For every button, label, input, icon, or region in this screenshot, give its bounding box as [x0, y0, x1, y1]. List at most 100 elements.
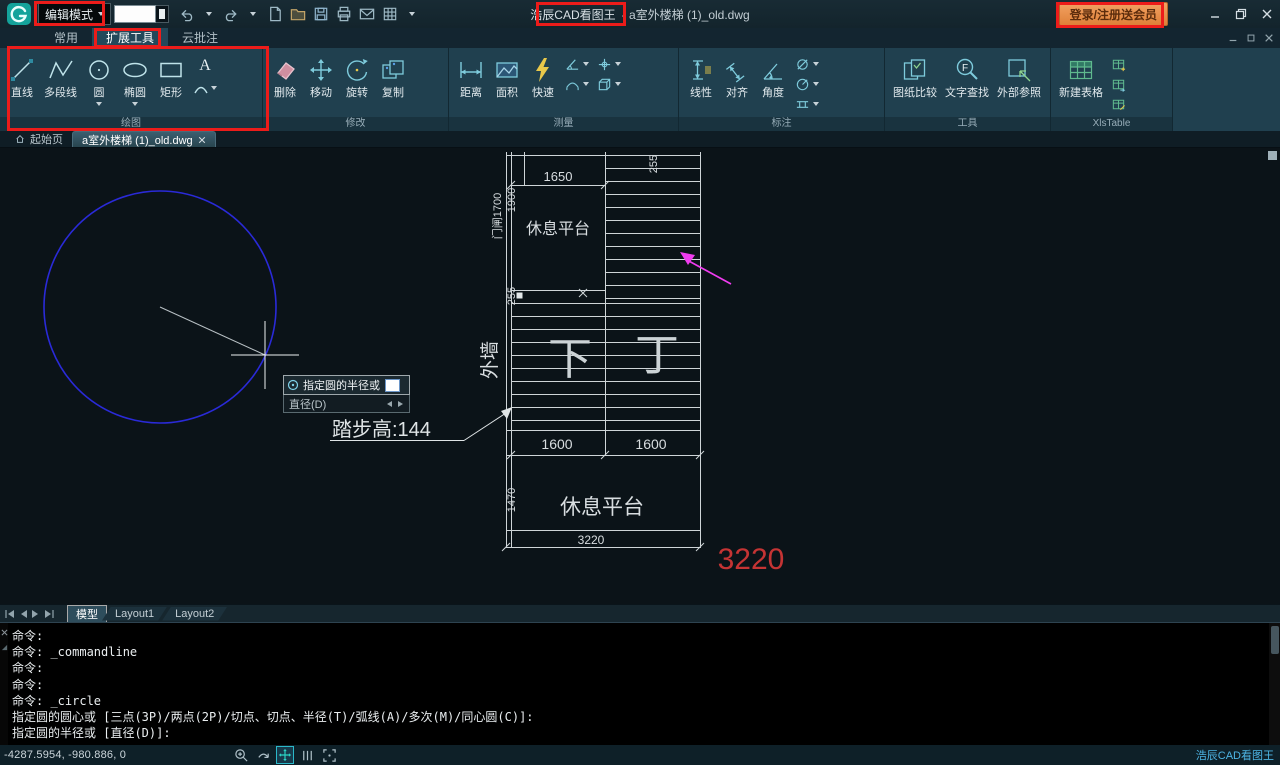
file-tab-bar: 起始页 a室外楼梯 (1)_old.dwg [0, 131, 1280, 148]
diameter-option-row[interactable]: 直径(D) [283, 395, 410, 413]
dim-1600-right: 1600 [635, 436, 666, 452]
command-close-icon[interactable] [1, 629, 8, 636]
arc-tool-button[interactable] [193, 81, 217, 95]
rectangle-button[interactable]: 矩形 [153, 51, 189, 100]
export-table-button[interactable] [380, 3, 400, 25]
command-resize-icon[interactable] [1, 644, 8, 651]
drawing-compare-button[interactable]: 图纸比较 [889, 51, 941, 100]
quick-measure-button[interactable]: 快速 [525, 51, 561, 100]
undo-button[interactable] [177, 3, 197, 25]
angular-dim-button[interactable]: 角度 [755, 51, 791, 100]
color-dropdown[interactable] [156, 5, 169, 23]
line-icon [8, 53, 36, 87]
command-prompt-line[interactable]: 指定圆的半径或 [直径(D)]: [12, 725, 1262, 741]
new-table-button[interactable]: 新建表格 [1055, 51, 1107, 100]
email-button[interactable] [357, 3, 377, 25]
rotate-button[interactable]: 旋转 [339, 51, 375, 100]
doc-minimize-icon[interactable] [1228, 30, 1238, 48]
canvas-scrollbar-thumb[interactable] [1268, 151, 1277, 160]
xref-button[interactable]: 外部参照 [993, 51, 1045, 100]
distance-button[interactable]: 距离 [453, 51, 489, 100]
app-logo-icon[interactable] [4, 1, 34, 27]
doc-close-icon[interactable] [1264, 30, 1274, 48]
table-update-button[interactable] [1109, 75, 1128, 93]
tab-layout1[interactable]: Layout1 [102, 607, 167, 621]
edit-mode-dropdown[interactable]: 编辑模式 [38, 3, 111, 25]
continue-dim-button[interactable] [793, 95, 821, 113]
color-swatch[interactable] [114, 4, 169, 24]
dim-1650: 1650 [544, 169, 573, 184]
radius-input[interactable] [385, 379, 400, 392]
polyline-button[interactable]: 多段线 [40, 51, 81, 100]
measure-entity-button[interactable] [595, 75, 623, 93]
minimize-button[interactable] [1202, 0, 1228, 28]
chevron-down-icon[interactable] [96, 102, 102, 106]
area-button[interactable]: 面积 [489, 51, 525, 100]
measure-arc-button[interactable] [563, 75, 591, 93]
pan-icon[interactable] [254, 746, 272, 764]
arrow-right-icon[interactable] [397, 400, 404, 408]
lightning-icon [529, 53, 557, 87]
tab-model[interactable]: 模型 [67, 605, 107, 623]
first-tab-icon[interactable] [4, 609, 16, 619]
ellipse-icon [121, 53, 149, 87]
dim-255-left: 255 [506, 287, 518, 305]
drawing-canvas[interactable]: 1650 255 1900 门闸1700 休息平台 255 外墙 下 丁 160… [0, 148, 1280, 604]
chevron-down-icon [211, 86, 217, 90]
doc-restore-icon[interactable] [1246, 30, 1256, 48]
radius-dim-button[interactable] [793, 75, 821, 93]
line-button[interactable]: 直线 [4, 51, 40, 100]
close-tab-icon[interactable] [198, 136, 206, 144]
arrow-left-icon[interactable] [386, 400, 393, 408]
table-import-button[interactable] [1109, 55, 1128, 73]
linear-dim-button[interactable]: 线性 [683, 51, 719, 100]
measure-angle-button[interactable] [563, 55, 591, 73]
fit-extents-icon[interactable] [320, 746, 338, 764]
copy-button[interactable]: 复制 [375, 51, 411, 100]
ribbon-group-xlstable: 新建表格 XlsTable [1051, 48, 1173, 131]
tab-layout2[interactable]: Layout2 [162, 607, 227, 621]
area-icon [493, 53, 521, 87]
command-line: 命令: _commandline [12, 644, 1262, 660]
tab-drawing-file[interactable]: a室外楼梯 (1)_old.dwg [72, 131, 216, 147]
measure-coordinate-button[interactable] [595, 55, 623, 73]
aligned-dim-button[interactable]: 对齐 [719, 51, 755, 100]
tab-start-page[interactable]: 起始页 [6, 131, 72, 147]
maximize-button[interactable] [1228, 0, 1254, 28]
tab-common[interactable]: 常用 [40, 28, 92, 48]
pan-move-icon[interactable] [276, 746, 294, 764]
redo-button[interactable] [221, 3, 241, 25]
new-file-button[interactable] [265, 3, 285, 25]
move-button[interactable]: 移动 [303, 51, 339, 100]
door-label: 门闸1700 [490, 193, 504, 239]
close-button[interactable] [1254, 0, 1280, 28]
tab-cloud-annotation[interactable]: 云批注 [168, 28, 232, 48]
open-folder-button[interactable] [288, 3, 308, 25]
chevron-down-icon[interactable] [132, 102, 138, 106]
side-by-side-icon[interactable] [298, 746, 316, 764]
text-tool-button[interactable]: A [195, 55, 215, 78]
magenta-arrow [680, 252, 731, 284]
last-tab-icon[interactable] [43, 609, 55, 619]
diameter-dim-button[interactable] [793, 55, 821, 73]
table-edit-button[interactable] [1109, 95, 1128, 113]
ellipse-button[interactable]: 椭圆 [117, 51, 153, 106]
save-button[interactable] [311, 3, 331, 25]
text-find-button[interactable]: F 文字查找 [941, 51, 993, 100]
dim-3220-red: 3220 [718, 543, 785, 576]
command-scrollbar[interactable] [1269, 623, 1280, 745]
erase-button[interactable]: 删除 [267, 51, 303, 100]
print-button[interactable] [334, 3, 354, 25]
prev-tab-icon[interactable] [19, 609, 28, 619]
external-reference-icon [1005, 53, 1033, 87]
zoom-icon[interactable] [232, 746, 250, 764]
circle-button[interactable]: 圆 [81, 51, 117, 106]
move-icon [307, 53, 335, 87]
login-button[interactable]: 登录/注册送会员 [1059, 2, 1168, 26]
next-tab-icon[interactable] [31, 609, 40, 619]
undo-dropdown[interactable] [200, 3, 218, 25]
qat-more-dropdown[interactable] [403, 3, 421, 25]
tab-extended-tools[interactable]: 扩展工具 [92, 28, 168, 48]
redo-dropdown[interactable] [244, 3, 262, 25]
command-window[interactable]: 命令: 命令: _commandline 命令: 命令: 命令: _circle… [0, 622, 1280, 745]
